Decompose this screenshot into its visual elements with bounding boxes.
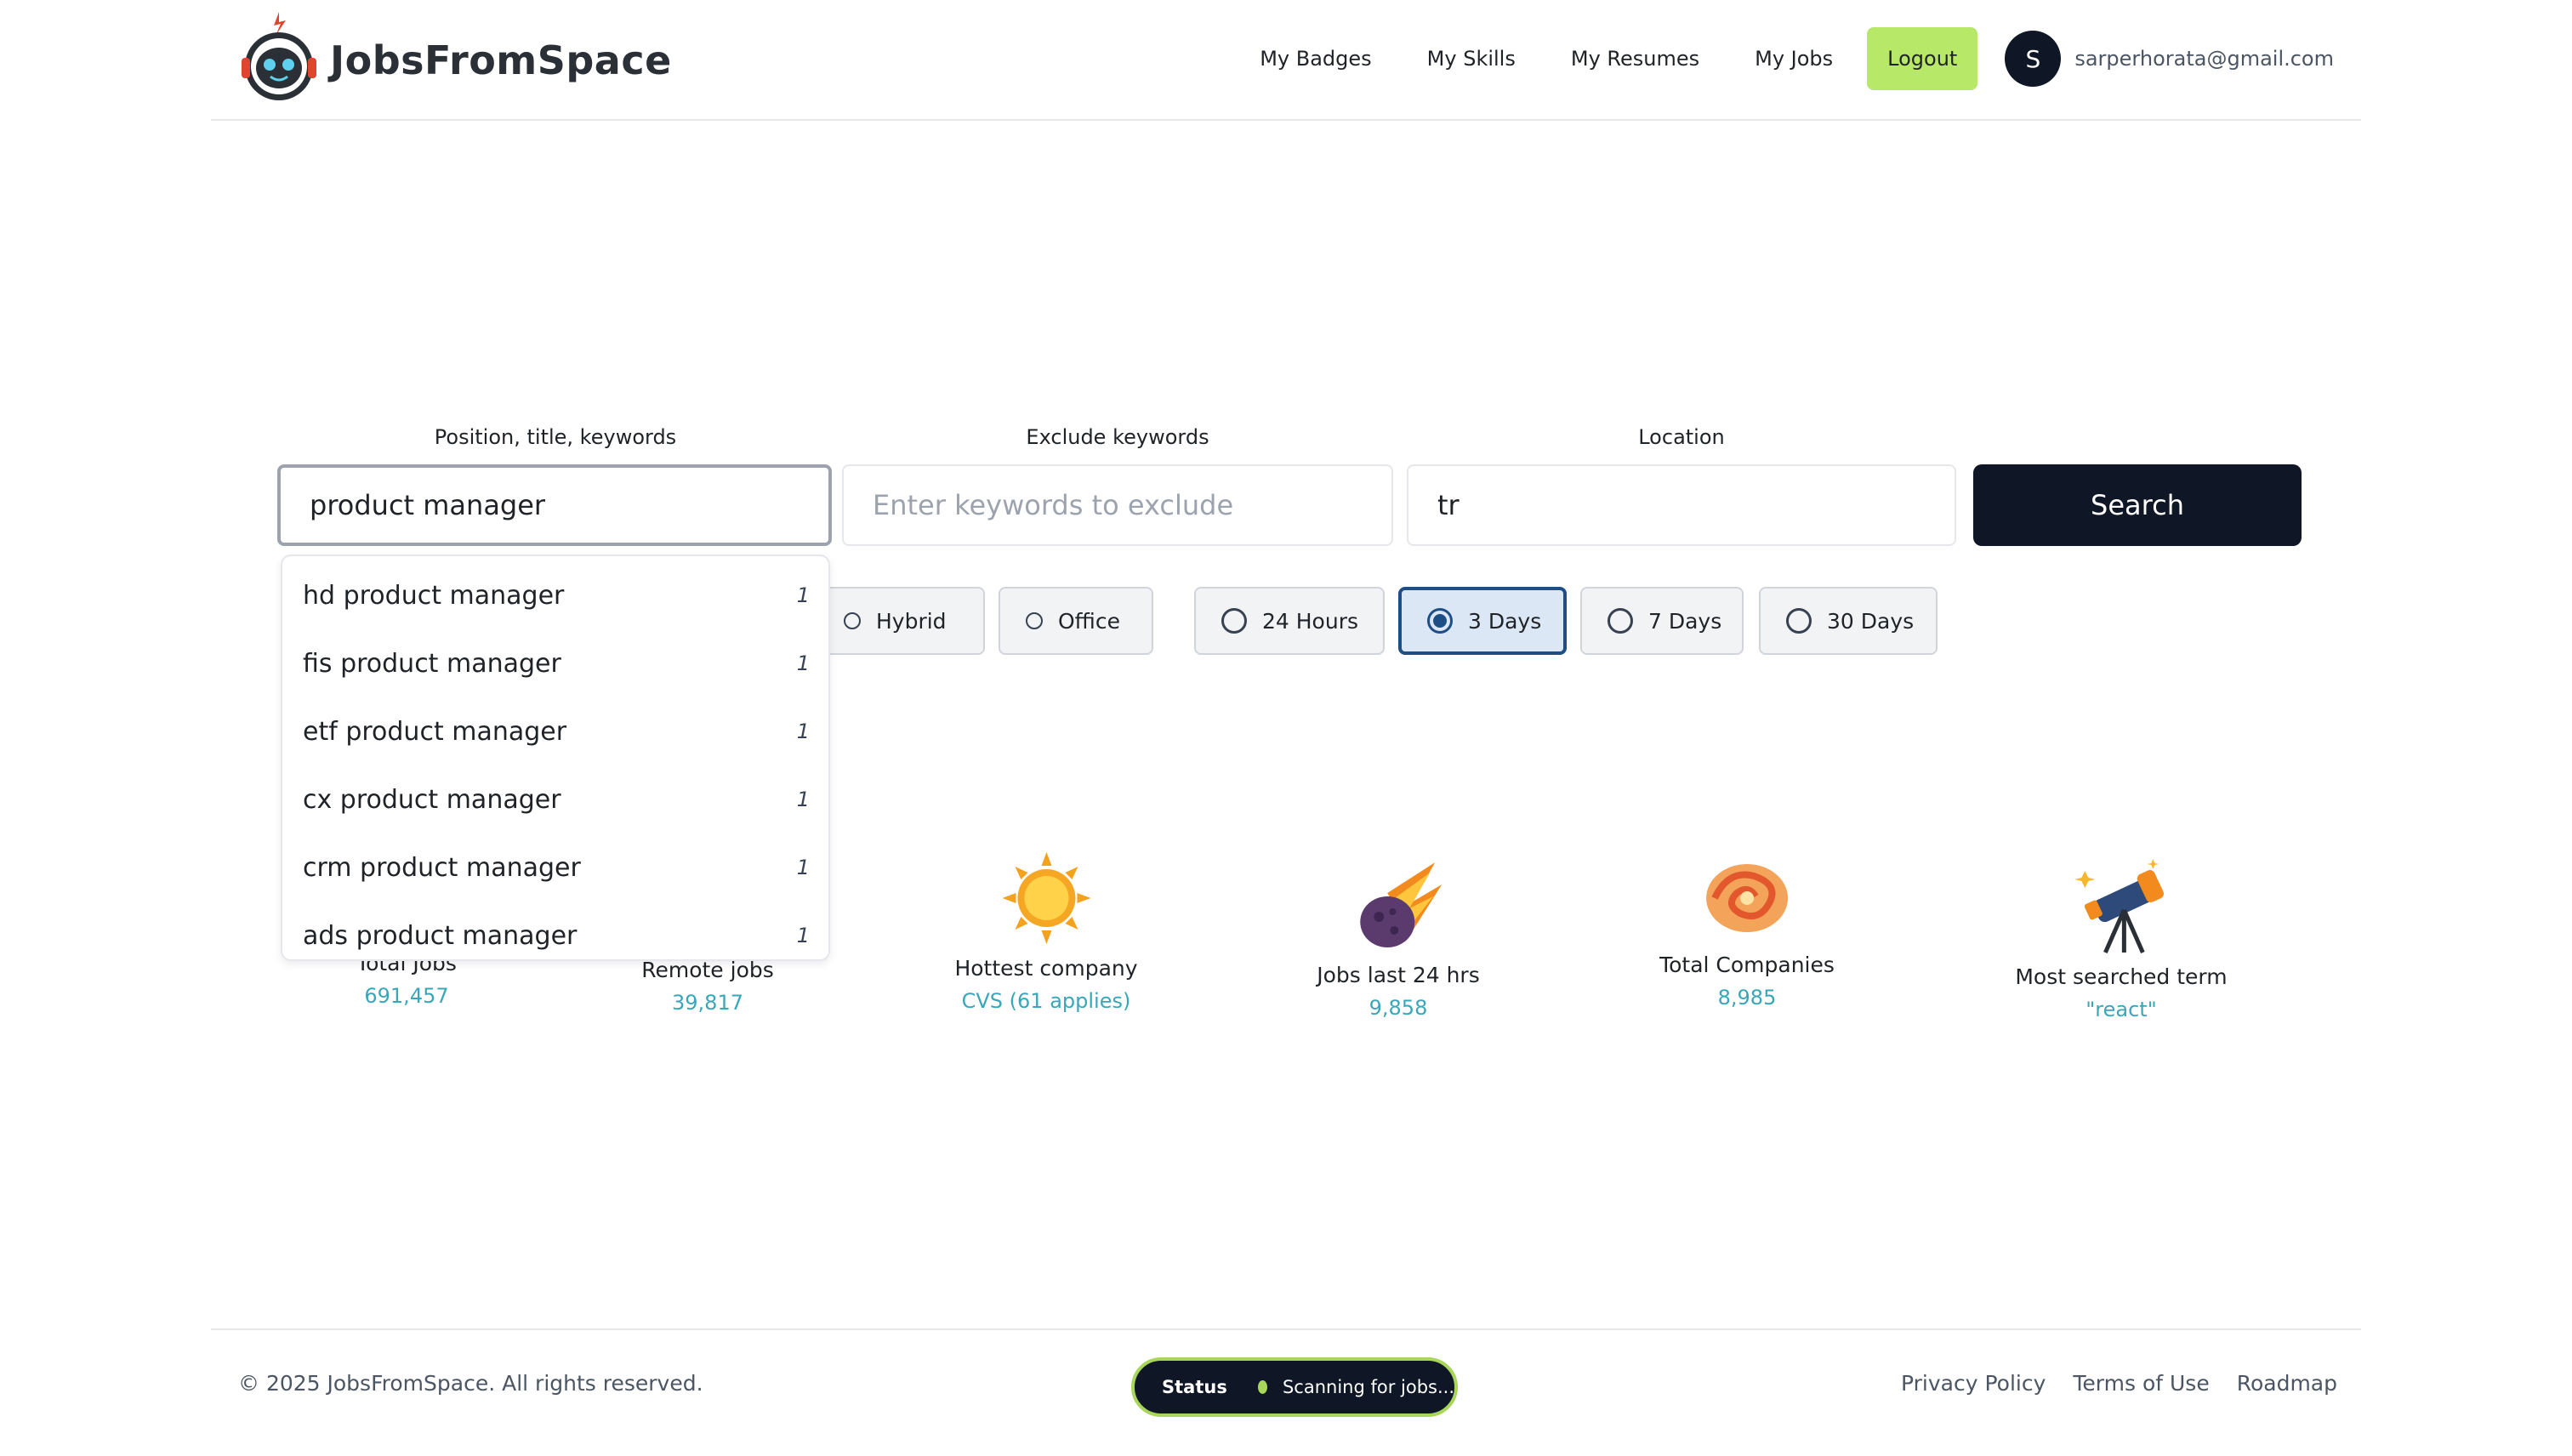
- stat-value: 8,985: [1717, 986, 1777, 1010]
- suggestion-text: etf product manager: [303, 716, 567, 747]
- radio-icon: [1026, 612, 1043, 629]
- radio-icon: [1221, 608, 1247, 634]
- stat-jobs-last-24-hrs: Jobs last 24 hrs 9,858: [1317, 859, 1480, 1020]
- suggestion-item[interactable]: crm product manager 1: [282, 833, 828, 901]
- radio-icon: [844, 612, 861, 629]
- suggestion-count: 1: [796, 788, 810, 811]
- stat-label: Jobs last 24 hrs: [1317, 963, 1480, 987]
- nav-my-resumes[interactable]: My Resumes: [1571, 47, 1699, 71]
- suggestion-item[interactable]: hd product manager 1: [282, 561, 828, 629]
- autocomplete-dropdown: hd product manager 1 fis product manager…: [281, 555, 830, 961]
- suggestion-item[interactable]: etf product manager 1: [282, 697, 828, 765]
- position-input[interactable]: [277, 464, 832, 546]
- footer-divider: [211, 1328, 2361, 1330]
- stat-value: CVS (61 applies): [961, 989, 1131, 1013]
- main-nav: My Badges My Skills My Resumes My Jobs L…: [1260, 27, 2334, 90]
- time-3-days-chip[interactable]: 3 Days: [1398, 587, 1567, 655]
- roadmap-link[interactable]: Roadmap: [2237, 1371, 2337, 1396]
- chip-label: Hybrid: [876, 608, 947, 634]
- suggestion-item[interactable]: fis product manager 1: [282, 629, 828, 697]
- suggestion-count: 1: [796, 651, 810, 675]
- nav-my-jobs[interactable]: My Jobs: [1755, 47, 1833, 71]
- radio-icon: [1786, 608, 1812, 634]
- status-text: Scanning for jobs...: [1282, 1377, 1454, 1397]
- stat-hottest-company: Hottest company CVS (61 applies): [954, 850, 1138, 1013]
- status-label: Status: [1162, 1377, 1227, 1397]
- exclude-label: Exclude keywords: [1026, 425, 1209, 449]
- meteor-icon: [1360, 862, 1442, 947]
- robot-astronaut-logo-icon: [242, 12, 316, 100]
- status-pill: Status Scanning for jobs...: [1131, 1357, 1458, 1417]
- stat-most-searched-term: Most searched term "react": [2015, 854, 2228, 1021]
- avatar[interactable]: S: [2005, 31, 2062, 87]
- chip-label: 3 Days: [1468, 608, 1542, 634]
- location-input[interactable]: [1407, 464, 1956, 546]
- suggestion-count: 1: [796, 924, 810, 947]
- work-type-office-chip[interactable]: Office: [999, 587, 1153, 655]
- copyright-text: © 2025 JobsFromSpace. All rights reserve…: [238, 1371, 703, 1396]
- chip-label: Office: [1058, 608, 1120, 634]
- site-header: JobsFromSpace My Badges My Skills My Res…: [211, 0, 2361, 121]
- user-email: sarperhorata@gmail.com: [2074, 47, 2334, 71]
- nav-my-skills[interactable]: My Skills: [1427, 47, 1516, 71]
- brand-name: JobsFromSpace: [330, 37, 672, 83]
- status-dot-icon: [1257, 1380, 1267, 1394]
- suggestion-text: ads product manager: [303, 920, 578, 951]
- galaxy-icon: [1705, 864, 1788, 932]
- privacy-policy-link[interactable]: Privacy Policy: [1901, 1371, 2046, 1396]
- suggestion-item[interactable]: cx product manager 1: [282, 765, 828, 833]
- stat-label: Total Companies: [1659, 953, 1835, 977]
- position-label: Position, title, keywords: [434, 425, 677, 449]
- time-24-hours-chip[interactable]: 24 Hours: [1194, 587, 1385, 655]
- suggestion-text: fis product manager: [303, 648, 561, 679]
- suggestion-item[interactable]: ads product manager 1: [282, 901, 828, 970]
- sun-icon: [1001, 852, 1090, 944]
- stat-value: 39,817: [672, 991, 743, 1015]
- terms-of-use-link[interactable]: Terms of Use: [2073, 1371, 2209, 1396]
- telescope-icon: [2074, 859, 2164, 954]
- brand[interactable]: JobsFromSpace: [238, 10, 672, 102]
- radio-selected-icon: [1427, 608, 1453, 634]
- suggestion-text: hd product manager: [303, 580, 565, 611]
- work-type-hybrid-chip[interactable]: Hybrid: [817, 587, 985, 655]
- suggestion-count: 1: [796, 719, 810, 743]
- suggestion-text: crm product manager: [303, 852, 581, 883]
- nav-my-badges[interactable]: My Badges: [1260, 47, 1371, 71]
- stat-value: 691,457: [364, 984, 449, 1008]
- stat-total-companies: Total Companies 8,985: [1659, 854, 1835, 1010]
- time-7-days-chip[interactable]: 7 Days: [1580, 587, 1744, 655]
- stat-label: Most searched term: [2015, 964, 2228, 989]
- footer-links: Privacy Policy Terms of Use Roadmap: [1874, 1371, 2337, 1396]
- chip-label: 30 Days: [1827, 608, 1915, 634]
- suggestion-text: cx product manager: [303, 784, 561, 815]
- chip-label: 7 Days: [1648, 608, 1722, 634]
- search-button[interactable]: Search: [1973, 464, 2302, 546]
- logout-button[interactable]: Logout: [1867, 27, 1978, 90]
- exclude-keywords-input[interactable]: [842, 464, 1393, 546]
- stat-value: "react": [2085, 998, 2157, 1021]
- suggestion-count: 1: [796, 583, 810, 607]
- chip-label: 24 Hours: [1262, 608, 1359, 634]
- time-30-days-chip[interactable]: 30 Days: [1759, 587, 1938, 655]
- location-label: Location: [1638, 425, 1725, 449]
- suggestion-count: 1: [796, 856, 810, 879]
- radio-icon: [1608, 608, 1633, 634]
- stat-value: 9,858: [1369, 996, 1428, 1020]
- stat-label: Hottest company: [954, 956, 1138, 981]
